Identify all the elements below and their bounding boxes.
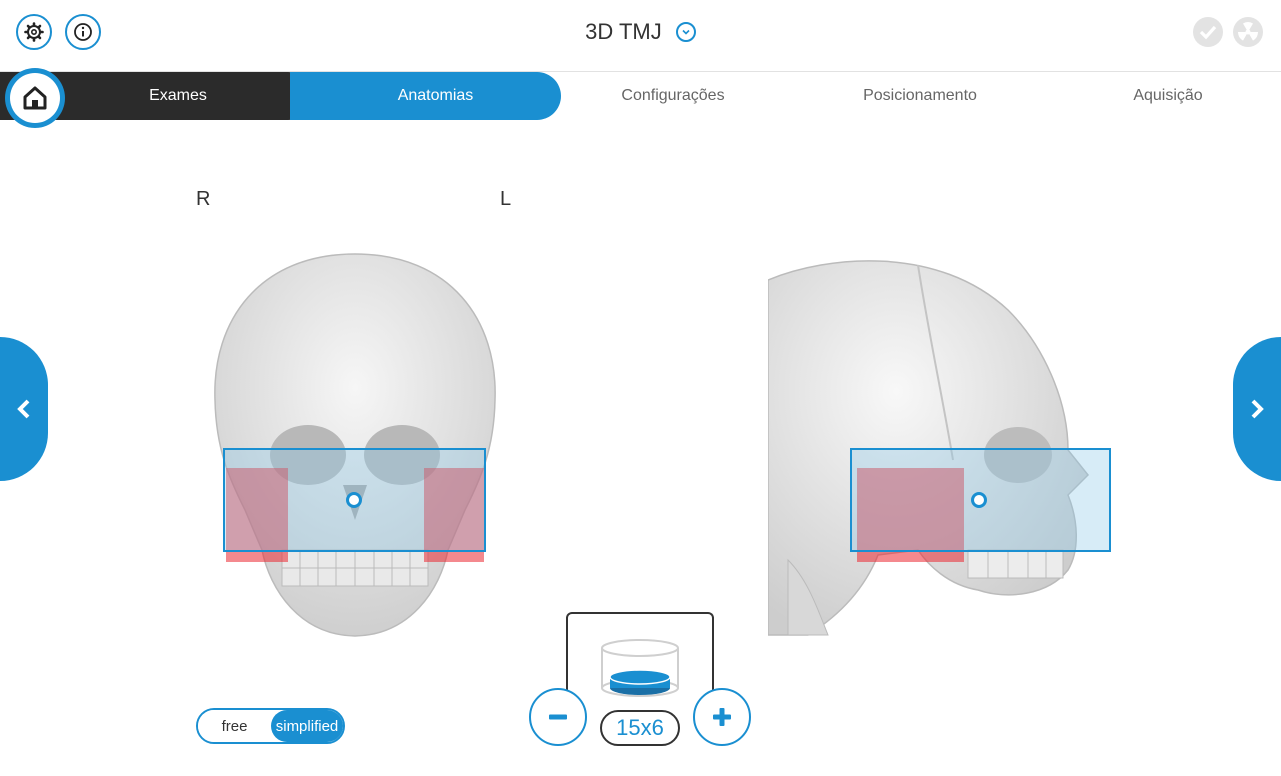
skull-lateral-image (768, 260, 1090, 636)
plus-icon (713, 708, 731, 726)
skull-front-image (214, 253, 496, 637)
radiation-icon (1233, 17, 1263, 47)
fov-panel (566, 612, 714, 712)
home-button[interactable] (5, 68, 65, 128)
right-side-label: R (196, 188, 211, 210)
fov-size-label: 15x6 (616, 715, 664, 740)
mode-free-option[interactable]: free (198, 710, 271, 742)
tab-label: Anatomias (397, 87, 474, 104)
fov-cylinder-icon (601, 639, 679, 697)
previous-button[interactable] (0, 337, 48, 481)
mode-free-label: free (221, 717, 248, 735)
tab-configuracoes[interactable]: Configurações (561, 72, 785, 120)
mode-simplified-option[interactable]: simplified (271, 710, 343, 742)
check-icon (1193, 17, 1223, 47)
frontal-skull-view (200, 250, 510, 640)
tab-label: Posicionamento (863, 87, 977, 104)
fov-increase-button[interactable] (693, 688, 751, 746)
mode-simplified-label: simplified (275, 717, 339, 735)
chevron-down-icon (682, 30, 690, 35)
next-button[interactable] (1233, 337, 1281, 481)
workflow-tabs: Exames Anatomias Configurações Posiciona… (0, 72, 1281, 120)
top-bar: 3D TMJ (0, 0, 1281, 72)
chevron-left-icon (17, 399, 30, 419)
tab-label: Configurações (621, 87, 725, 104)
fov-center-handle-lateral[interactable] (971, 492, 987, 508)
exam-dropdown[interactable] (675, 22, 696, 43)
page-title: 3D TMJ (585, 19, 662, 45)
home-icon (23, 86, 47, 110)
chevron-right-icon (1251, 399, 1264, 419)
fov-size-value: 15x6 (600, 710, 680, 746)
fov-center-handle-frontal[interactable] (346, 492, 362, 508)
page-title-container: 3D TMJ (0, 18, 1281, 45)
tab-label: Aquisição (1133, 87, 1203, 104)
minus-icon (549, 714, 567, 720)
left-side-label: L (500, 188, 512, 210)
tab-label: Exames (149, 87, 207, 104)
tab-posicionamento[interactable]: Posicionamento (800, 72, 1040, 120)
tab-aquisicao[interactable]: Aquisição (1060, 72, 1276, 120)
mode-toggle[interactable]: free simplified (196, 708, 345, 744)
fov-decrease-button[interactable] (529, 688, 587, 746)
lateral-skull-view (768, 250, 1108, 640)
tab-anatomias[interactable]: Anatomias (290, 72, 561, 120)
